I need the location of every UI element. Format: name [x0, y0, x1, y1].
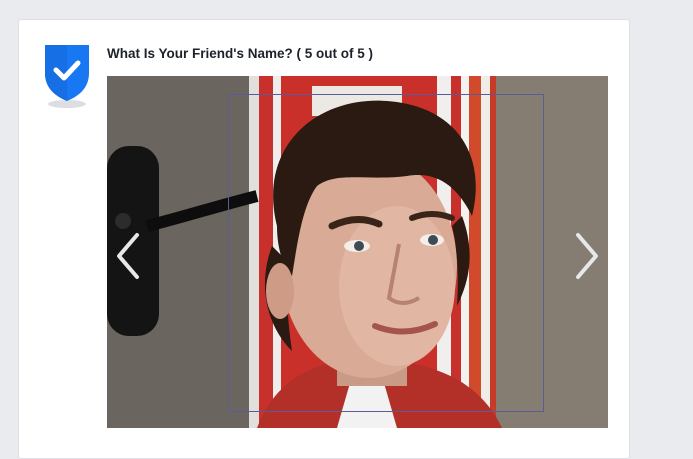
chevron-left-icon: [117, 233, 139, 279]
security-check-card: What Is Your Friend's Name? ( 5 out of 5…: [18, 19, 630, 459]
next-photo-button[interactable]: [572, 231, 602, 281]
shield-check-icon: [43, 43, 91, 109]
previous-photo-button[interactable]: [113, 231, 143, 281]
face-highlight-box: [228, 94, 544, 412]
question-title: What Is Your Friend's Name? ( 5 out of 5…: [107, 46, 373, 61]
chevron-right-icon: [576, 233, 598, 279]
friend-photo: [107, 76, 608, 428]
